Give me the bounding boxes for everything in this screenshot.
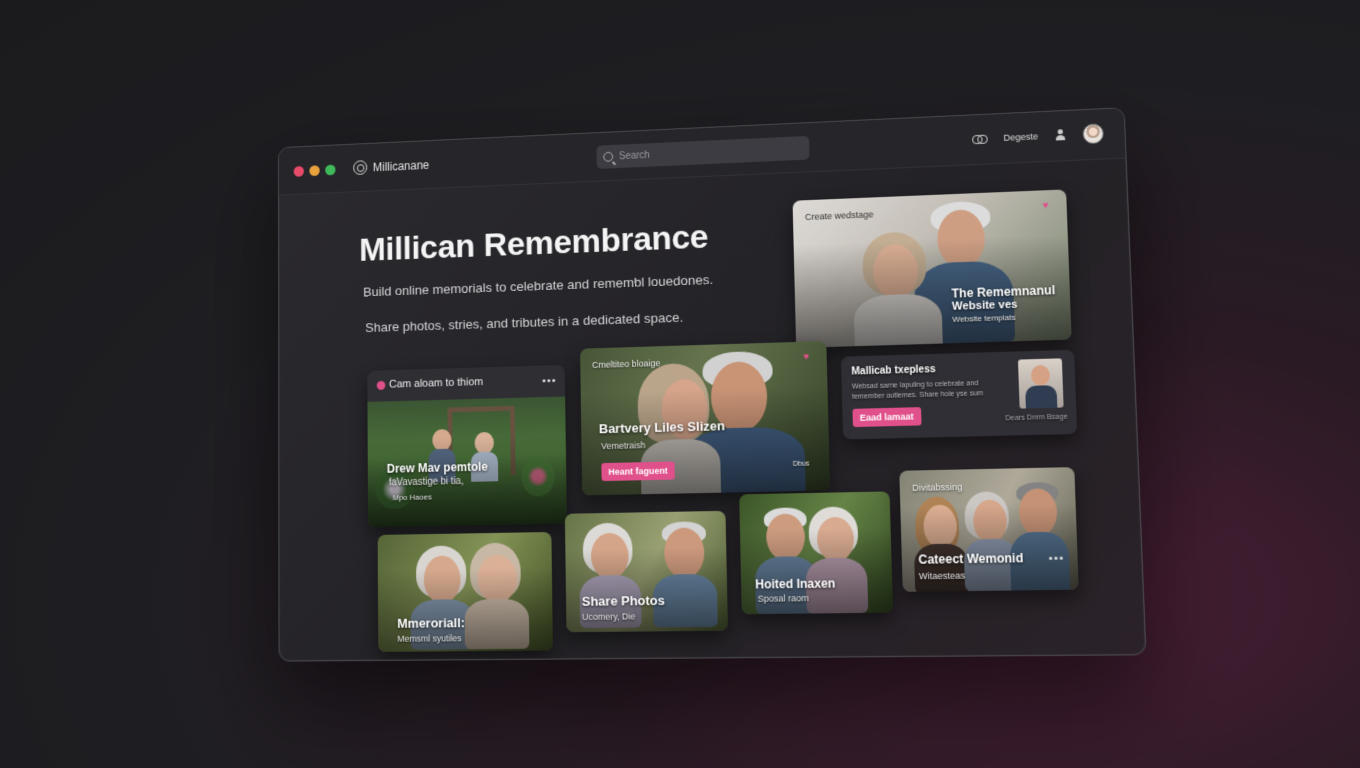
- brand-name: Millicanane: [372, 157, 430, 174]
- maximize-dot[interactable]: [325, 164, 336, 176]
- search-bar[interactable]: [596, 135, 810, 170]
- garden-sub: faVavastige bi tia,: [388, 476, 464, 489]
- nav-label[interactable]: Degeste: [1003, 131, 1038, 143]
- tile4-sub: Witaesteas: [918, 570, 966, 582]
- tile1-title: Mmeroriall:: [397, 615, 465, 631]
- stage: + Millicanane Degeste: [0, 0, 1360, 768]
- couple-title: Bartvery Liles Slizen: [598, 418, 725, 437]
- user-icon[interactable]: [1054, 129, 1066, 142]
- tile3-sub: Sposal raom: [757, 593, 810, 604]
- connect-tile[interactable]: Divitabssing Cateect Wemonid Witaesteas: [899, 467, 1079, 592]
- hero-subtitle: Build online memorials to celebrate and …: [363, 272, 714, 300]
- info-title: Mallicab txepless: [851, 364, 936, 378]
- memorial-tile[interactable]: Mmeroriall: Memsml syutiles: [377, 531, 553, 652]
- logo-icon: [353, 160, 368, 176]
- garden-header: Cam aloam to thiom: [376, 376, 484, 391]
- page-title: Millican Remembrance: [359, 218, 709, 269]
- tile3-title: Hoited Inaxen: [755, 576, 836, 592]
- info-footnote: Dears Dnrm Bsage: [1005, 413, 1068, 423]
- more-icon[interactable]: [542, 378, 556, 383]
- link-icon[interactable]: [973, 134, 988, 145]
- couple-tag: Cmeltiteo bloaige: [591, 358, 661, 371]
- brand[interactable]: Millicanane: [353, 157, 430, 176]
- couple-meta: Dbus: [792, 460, 810, 468]
- minimize-dot[interactable]: [309, 165, 320, 177]
- window-controls: [293, 164, 336, 177]
- info-card[interactable]: Mallicab txepless Websad sarne lapuling …: [840, 349, 1078, 440]
- info-thumbnail: [1017, 358, 1064, 409]
- hosted-tile[interactable]: Hoited Inaxen Sposal raom: [739, 491, 894, 615]
- garden-card[interactable]: Cam aloam to thiom Drew Mav pemtole faVa…: [367, 364, 567, 528]
- search-icon: [603, 151, 614, 162]
- garden-sub-2: Mpo Haoes: [392, 492, 432, 503]
- tile4-title: Cateect Wemonid: [918, 550, 1024, 567]
- pin-icon: [376, 380, 386, 390]
- heart-icon[interactable]: ♥: [803, 352, 812, 363]
- garden-title: Drew Mav pemtole: [386, 459, 488, 476]
- more-icon[interactable]: [1049, 556, 1063, 560]
- heart-icon[interactable]: ♥: [1043, 200, 1053, 211]
- tile2-sub: Ucomery, Die: [581, 611, 636, 622]
- app-window: Millicanane Degeste Millican Remembrance…: [278, 107, 1147, 662]
- featured-card[interactable]: Create wedstage ♥ The Rememnanul Website…: [792, 189, 1072, 348]
- title-bar: Millicanane Degeste: [278, 108, 1126, 196]
- share-photos-tile[interactable]: Share Photos Ucomery, Die: [564, 510, 728, 633]
- couple-card[interactable]: Cmeltiteo bloaige ♥ Bartvery Liles Slize…: [580, 341, 831, 496]
- close-dot[interactable]: [293, 165, 304, 177]
- hero-subtitle-2: Share photos, stries, and tributes in a …: [365, 309, 684, 335]
- tile4-tag: Divitabssing: [911, 481, 963, 494]
- top-right-nav: Degeste: [972, 123, 1105, 149]
- tile1-sub: Memsml syutiles: [397, 633, 462, 644]
- tile2-title: Share Photos: [581, 592, 666, 609]
- search-input[interactable]: [618, 142, 797, 162]
- couple-button[interactable]: Heant faguent: [601, 461, 675, 482]
- couple-sub: Vemetraish: [601, 440, 646, 452]
- info-button[interactable]: Eaad lamaat: [852, 407, 922, 428]
- featured-title-2: Website ves: [951, 298, 1018, 313]
- info-body: Websad sarne lapuling to celebrate and t…: [851, 380, 984, 401]
- garden-header-label: Cam aloam to thiom: [389, 376, 484, 391]
- avatar[interactable]: [1082, 123, 1105, 145]
